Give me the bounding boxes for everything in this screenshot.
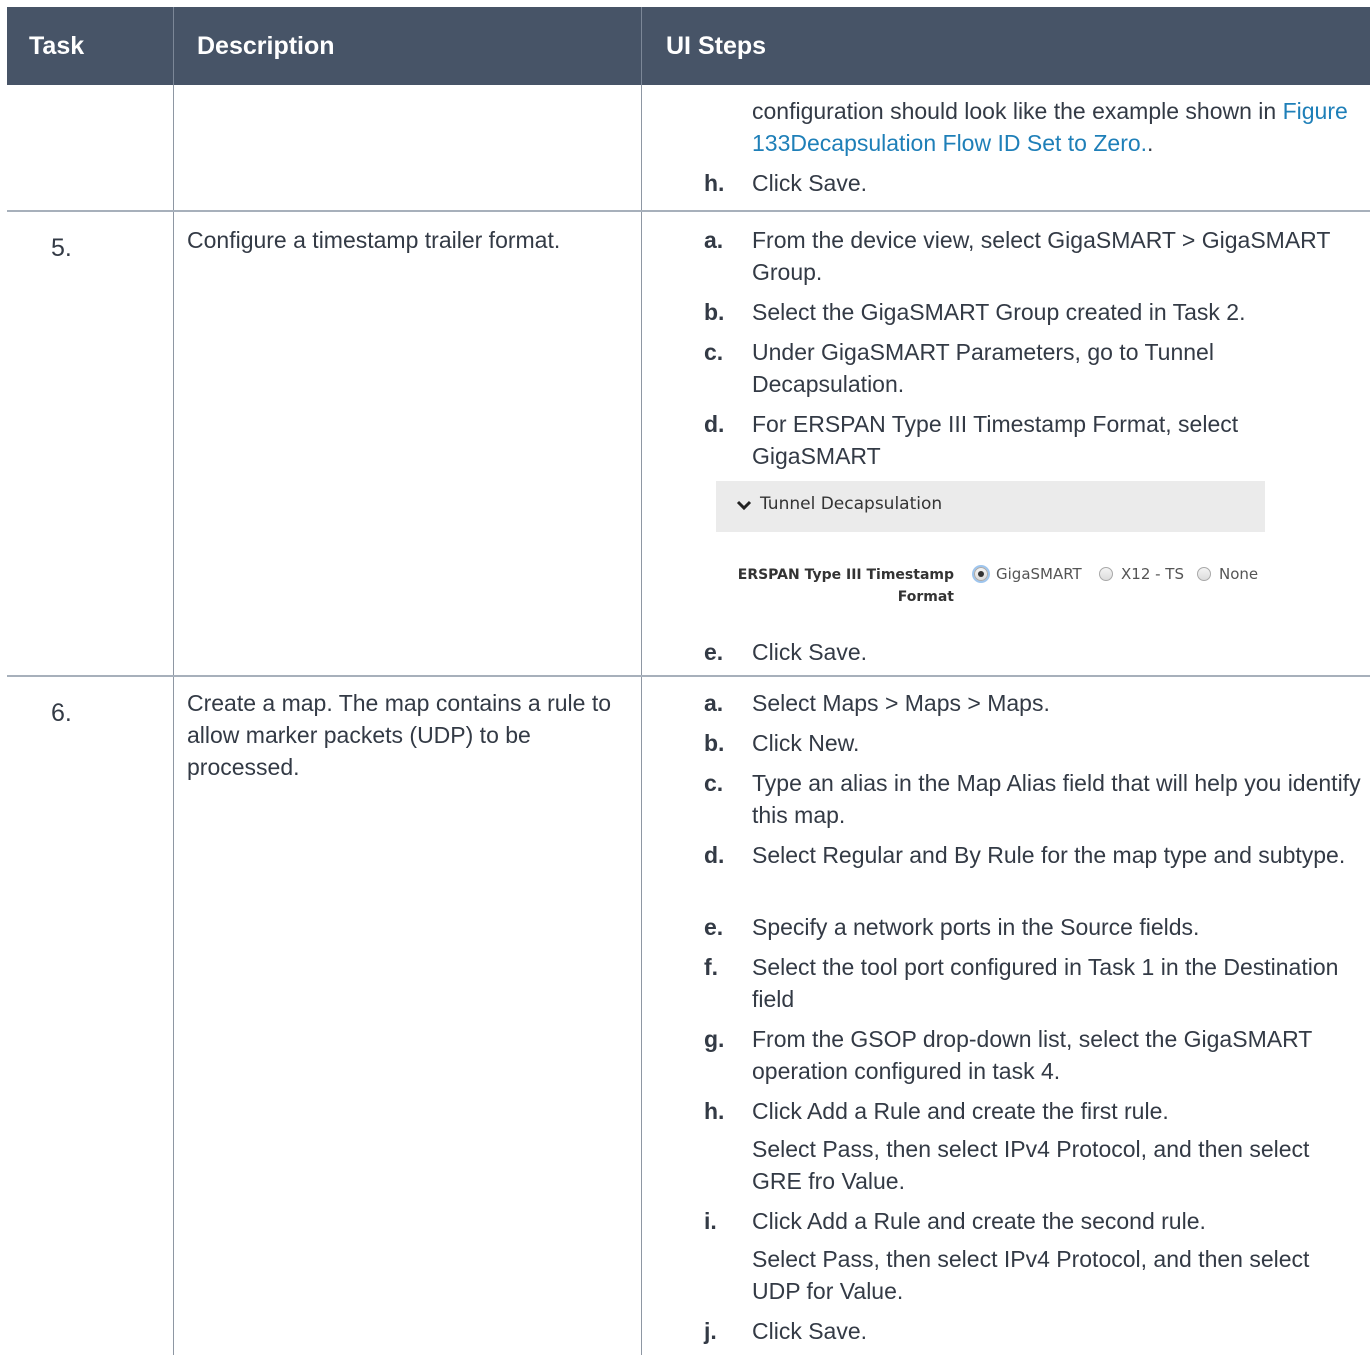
header-description: Description — [197, 32, 335, 60]
header-task: Task — [29, 32, 85, 60]
step-text: Click Save. — [752, 170, 868, 196]
column-divider — [173, 85, 174, 1355]
table-header: Task Description UI Steps — [7, 7, 1370, 85]
header-divider — [641, 7, 642, 85]
header-divider — [173, 7, 174, 85]
section-header[interactable]: Tunnel Decapsulation — [716, 481, 1265, 532]
row-separator — [7, 675, 1370, 677]
task-description: Configure a timestamp trailer format. — [187, 227, 561, 253]
column-divider — [641, 85, 642, 1355]
task-table: Task Description UI Steps configuration … — [7, 7, 1370, 1355]
field-label: ERSPAN Type III Timestamp Format — [737, 567, 954, 605]
task-number: 6. — [51, 699, 72, 727]
chevron-down-icon — [736, 500, 752, 511]
section-title: Tunnel Decapsulation — [760, 494, 943, 514]
task-description: Create a map. The map contains a rule to… — [187, 690, 612, 780]
radio-icon — [1197, 567, 1211, 581]
task-number: 5. — [51, 234, 72, 262]
radio-icon — [1099, 567, 1113, 581]
header-ui-steps: UI Steps — [666, 32, 767, 60]
step-letter: h. — [704, 170, 725, 196]
radio-selected-icon — [974, 567, 988, 581]
row-separator — [7, 210, 1370, 212]
